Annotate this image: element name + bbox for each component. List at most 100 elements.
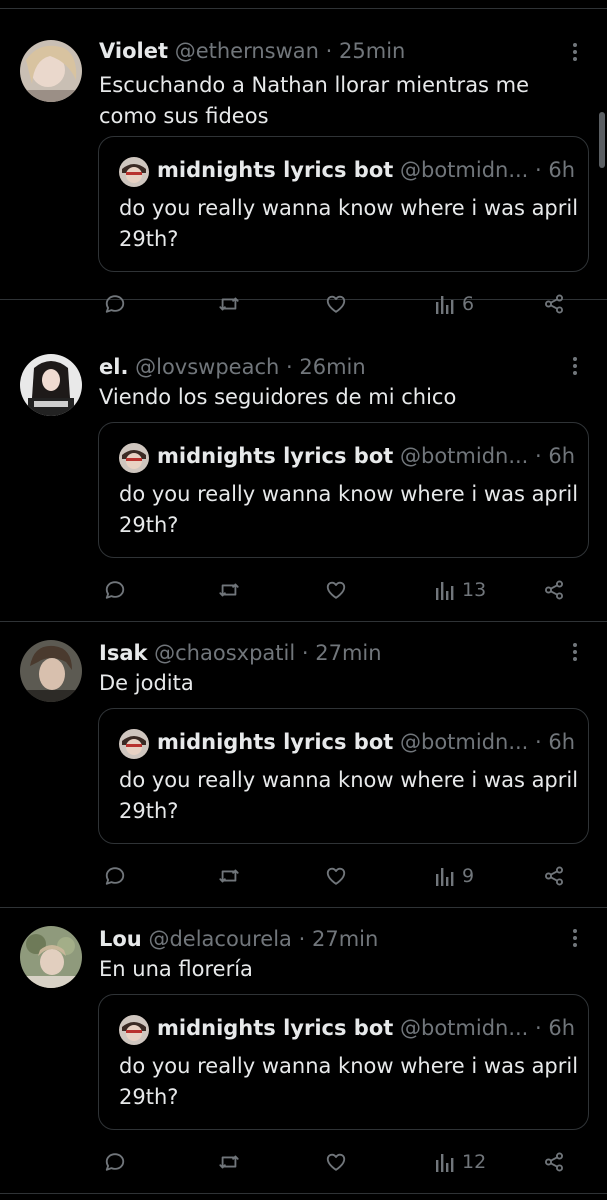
quote-text: do you really wanna know where i was apr…: [119, 1054, 579, 1109]
handle[interactable]: @ethernswan: [175, 39, 319, 63]
timestamp[interactable]: 27min: [315, 641, 381, 665]
handle[interactable]: @delacourela: [148, 927, 291, 951]
quote-display-name: midnights lyrics bot: [157, 730, 394, 754]
quote-text: do you really wanna know where i was apr…: [119, 768, 579, 823]
quote-text: do you really wanna know where i was apr…: [119, 196, 579, 251]
views-icon: [436, 582, 454, 600]
divider: [0, 8, 607, 9]
quoted-tweet[interactable]: midnights lyrics bot @botmidn... · 6h do…: [98, 422, 589, 558]
quote-avatar: [119, 1015, 149, 1045]
avatar[interactable]: [20, 640, 82, 702]
more-icon[interactable]: [566, 926, 584, 950]
separator: ·: [298, 927, 306, 951]
more-icon[interactable]: [566, 40, 584, 64]
views-button[interactable]: 6: [434, 284, 474, 324]
quote-text: do you really wanna know where i was apr…: [119, 482, 579, 537]
quote-timestamp: 6h: [548, 158, 576, 182]
retweet-icon: [219, 583, 239, 597]
views-button[interactable]: 12: [434, 1142, 486, 1182]
tweet-header: Isak @chaosxpatil · 27min: [99, 638, 559, 668]
retweet-icon: [219, 869, 239, 883]
share-button[interactable]: [542, 570, 566, 610]
quote-handle: @botmidn...: [399, 1016, 529, 1040]
display-name[interactable]: el.: [99, 355, 128, 379]
retweet-icon: [219, 1155, 239, 1169]
share-button[interactable]: [542, 856, 566, 896]
views-icon: [436, 868, 454, 886]
quote-avatar: [119, 729, 149, 759]
retweet-button[interactable]: [217, 284, 241, 324]
quote-timestamp: 6h: [548, 1016, 576, 1040]
quoted-tweet[interactable]: midnights lyrics bot @botmidn... · 6h do…: [98, 994, 589, 1130]
action-bar: 13: [0, 570, 607, 610]
tweet[interactable]: Lou @delacourela · 27min En una florería…: [0, 908, 607, 1194]
views-icon: [436, 1154, 454, 1172]
like-button[interactable]: [324, 570, 348, 610]
reply-button[interactable]: [104, 856, 126, 896]
quoted-tweet[interactable]: midnights lyrics bot @botmidn... · 6h do…: [98, 136, 589, 272]
display-name[interactable]: Isak: [99, 641, 147, 665]
views-button[interactable]: 9: [434, 856, 474, 896]
handle[interactable]: @lovswpeach: [135, 355, 279, 379]
separator: ·: [535, 158, 542, 182]
heart-icon: [326, 581, 346, 599]
share-button[interactable]: [542, 284, 566, 324]
reply-button[interactable]: [104, 1142, 126, 1182]
reply-button[interactable]: [104, 284, 126, 324]
timestamp[interactable]: 26min: [299, 355, 365, 379]
more-icon[interactable]: [566, 354, 584, 378]
quote-display-name: midnights lyrics bot: [157, 158, 394, 182]
display-name[interactable]: Violet: [99, 39, 168, 63]
views-count: 13: [462, 579, 487, 601]
reply-button[interactable]: [104, 570, 126, 610]
tweet-text: Viendo los seguidores de mi chico: [99, 385, 457, 409]
tweet-header: Lou @delacourela · 27min: [99, 924, 559, 954]
display-name[interactable]: Lou: [99, 927, 142, 951]
more-icon[interactable]: [566, 640, 584, 664]
like-button[interactable]: [324, 1142, 348, 1182]
share-icon: [545, 580, 563, 600]
reply-icon: [105, 295, 125, 313]
like-button[interactable]: [324, 856, 348, 896]
avatar[interactable]: [20, 926, 82, 988]
handle[interactable]: @chaosxpatil: [154, 641, 295, 665]
separator: ·: [535, 444, 542, 468]
retweet-button[interactable]: [217, 1142, 241, 1182]
quote-avatar: [119, 443, 149, 473]
quote-header: midnights lyrics bot @botmidn... · 6h: [157, 441, 577, 471]
quote-timestamp: 6h: [548, 730, 576, 754]
retweet-button[interactable]: [217, 856, 241, 896]
separator: ·: [535, 1016, 542, 1040]
avatar[interactable]: [20, 40, 82, 102]
timestamp[interactable]: 25min: [339, 39, 405, 63]
action-bar: 12: [0, 1142, 607, 1182]
separator: ·: [301, 641, 309, 665]
retweet-button[interactable]: [217, 570, 241, 610]
views-button[interactable]: 13: [434, 570, 486, 610]
avatar[interactable]: [20, 354, 82, 416]
tweet[interactable]: el. @lovswpeach · 26min Viendo los segui…: [0, 336, 607, 622]
quote-timestamp: 6h: [548, 444, 576, 468]
heart-icon: [326, 867, 346, 885]
tweet-text: Escuchando a Nathan llorar mientras me c…: [99, 73, 530, 128]
tweet-header: Violet @ethernswan · 25min: [99, 36, 559, 66]
timestamp[interactable]: 27min: [312, 927, 378, 951]
action-bar: 9: [0, 856, 607, 896]
quote-header: midnights lyrics bot @botmidn... · 6h: [157, 155, 577, 185]
retweet-icon: [219, 297, 239, 311]
views-icon: [436, 296, 454, 314]
quote-handle: @botmidn...: [399, 158, 529, 182]
share-button[interactable]: [542, 1142, 566, 1182]
share-icon: [545, 866, 563, 886]
quote-handle: @botmidn...: [399, 444, 529, 468]
like-button[interactable]: [324, 284, 348, 324]
quote-display-name: midnights lyrics bot: [157, 444, 394, 468]
separator: ·: [325, 39, 333, 63]
quote-display-name: midnights lyrics bot: [157, 1016, 394, 1040]
quoted-tweet[interactable]: midnights lyrics bot @botmidn... · 6h do…: [98, 708, 589, 844]
quote-handle: @botmidn...: [399, 730, 529, 754]
tweet[interactable]: Isak @chaosxpatil · 27min De jodita midn…: [0, 622, 607, 908]
action-bar: 6: [0, 284, 607, 324]
tweet-header: el. @lovswpeach · 26min: [99, 352, 559, 382]
tweet[interactable]: Violet @ethernswan · 25min Escuchando a …: [0, 14, 607, 315]
